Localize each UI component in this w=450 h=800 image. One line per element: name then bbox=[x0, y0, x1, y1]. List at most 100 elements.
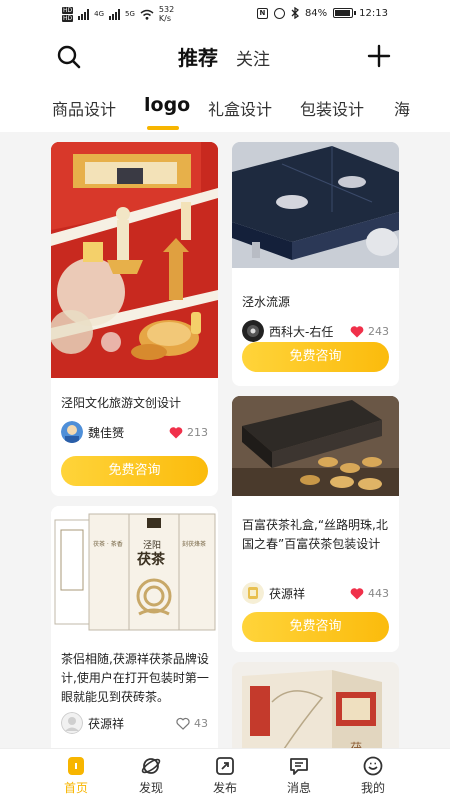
speed-unit: K/s bbox=[158, 14, 172, 23]
free-consult-button[interactable]: 免费咨询 bbox=[242, 612, 389, 642]
status-left: HD HD 4G 5G 532 K/s bbox=[62, 5, 174, 23]
alarm-icon bbox=[273, 7, 285, 19]
like-count: 243 bbox=[368, 325, 389, 338]
feed-card[interactable]: 茯茶 · 茶香 刻茯烽茶 泾阳 茯茶 茶侣相随,茯源祥茯茶品牌设计,使用户在打开… bbox=[51, 506, 218, 748]
tab-publish[interactable]: 发布 bbox=[195, 755, 255, 796]
battery-icon bbox=[333, 8, 357, 18]
tab-publish-label: 发布 bbox=[212, 781, 237, 795]
net1-label: 4G bbox=[94, 10, 105, 18]
tab-profile[interactable]: 我的 bbox=[343, 755, 403, 796]
like-count: 213 bbox=[187, 426, 208, 439]
category-poster[interactable]: 海 bbox=[394, 96, 410, 120]
heart-outline-icon[interactable] bbox=[176, 717, 190, 730]
like-counter[interactable]: 243 bbox=[350, 325, 389, 338]
card-title[interactable]: 茶侣相随,茯源祥茯茶品牌设计,使用户在打开包装时第一眼就能见到茯砖茶。 bbox=[61, 650, 210, 707]
heart-filled-icon[interactable] bbox=[169, 426, 183, 439]
card-author[interactable]: 魏佳赟 bbox=[61, 421, 124, 443]
sim-indicators: HD HD bbox=[62, 6, 74, 22]
free-consult-button[interactable]: 免费咨询 bbox=[61, 456, 208, 486]
box-side-right-text: 刻茯烽茶 bbox=[182, 540, 206, 548]
box-side-left-text: 茯茶 · 茶香 bbox=[93, 540, 123, 548]
feed-card[interactable]: 泾水流源 西科大-右任 243 免费咨询 bbox=[232, 142, 399, 386]
bluetooth-icon bbox=[291, 7, 299, 19]
category-bar: 商品设计 logo 礼盒设计 包装设计 海 bbox=[0, 82, 450, 132]
card-title[interactable]: 百富茯茶礼盒,“丝路明珠,北国之春”百富茯茶包装设计 bbox=[242, 516, 391, 554]
card-image[interactable]: 茯茶 · 茶香 刻茯烽茶 泾阳 茯茶 bbox=[51, 506, 218, 636]
like-count: 43 bbox=[194, 717, 208, 730]
author-name[interactable]: 茯源祥 bbox=[269, 585, 305, 602]
profile-icon[interactable] bbox=[362, 755, 384, 777]
author-name[interactable]: 西科大-右任 bbox=[269, 323, 333, 340]
tab-home-label: 首页 bbox=[63, 781, 88, 795]
author-name[interactable]: 茯源祥 bbox=[88, 715, 124, 732]
card-title[interactable]: 泾水流源 bbox=[242, 293, 391, 312]
add-icon[interactable] bbox=[366, 43, 392, 69]
card-author[interactable]: 茯源祥 bbox=[242, 582, 305, 604]
speed-value: 532 bbox=[158, 5, 175, 14]
feed-card[interactable]: 泾阳文化旅游文创设计 魏佳赟 213 免费咨询 bbox=[51, 142, 218, 496]
avatar[interactable] bbox=[242, 582, 264, 604]
feed-card[interactable]: 百富茯茶礼盒,“丝路明珠,北国之春”百富茯茶包装设计 茯源祥 443 免费咨询 bbox=[232, 396, 399, 652]
avatar[interactable] bbox=[61, 712, 83, 734]
box-brand-text: 泾阳 bbox=[143, 539, 161, 551]
tea-gift-box-photo: 茯 bbox=[232, 662, 399, 748]
tab-messages-label: 消息 bbox=[286, 781, 311, 795]
sim2-badge: HD bbox=[62, 14, 74, 22]
tea-box-photo bbox=[232, 142, 399, 268]
card-image[interactable] bbox=[51, 142, 218, 378]
status-right: N 84% 12:13 bbox=[256, 7, 388, 19]
feed-card[interactable]: 茯 bbox=[232, 662, 399, 748]
card-image[interactable] bbox=[232, 142, 399, 268]
card-author[interactable]: 西科大-右任 bbox=[242, 320, 333, 342]
tab-home[interactable]: 首页 bbox=[46, 755, 106, 796]
package-dieline-illustration: 茯茶 · 茶香 刻茯烽茶 泾阳 茯茶 bbox=[51, 506, 218, 636]
signal-icon bbox=[78, 8, 90, 20]
avatar[interactable] bbox=[61, 421, 83, 443]
planet-icon[interactable] bbox=[140, 755, 162, 777]
top-header: 推荐 关注 bbox=[0, 30, 450, 82]
card-image[interactable] bbox=[232, 396, 399, 496]
tab-messages[interactable]: 消息 bbox=[269, 755, 329, 796]
search-icon[interactable] bbox=[56, 44, 82, 70]
tab-discover[interactable]: 发现 bbox=[121, 755, 181, 796]
network-speed: 532 K/s bbox=[159, 5, 174, 23]
like-counter[interactable]: 43 bbox=[176, 717, 208, 730]
like-counter[interactable]: 443 bbox=[350, 587, 389, 600]
like-counter[interactable]: 213 bbox=[169, 426, 208, 439]
free-consult-button[interactable]: 免费咨询 bbox=[242, 342, 389, 372]
author-name[interactable]: 魏佳赟 bbox=[88, 424, 124, 441]
tab-recommend[interactable]: 推荐 bbox=[178, 42, 218, 71]
bottom-tab-bar: 首页 发现 发布 消息 我的 bbox=[0, 748, 450, 800]
wifi-icon bbox=[140, 9, 154, 20]
box-product-text: 茯茶 bbox=[136, 551, 166, 568]
tab-follow[interactable]: 关注 bbox=[236, 45, 270, 70]
card-author[interactable]: 茯源祥 bbox=[61, 712, 124, 734]
tab-discover-label: 发现 bbox=[138, 781, 163, 795]
category-packaging-design[interactable]: 包装设计 bbox=[300, 96, 364, 120]
publish-icon[interactable] bbox=[214, 755, 236, 777]
nfc-icon: N bbox=[256, 7, 268, 19]
home-icon[interactable] bbox=[65, 755, 87, 777]
tab-profile-label: 我的 bbox=[360, 781, 385, 795]
card-image[interactable]: 茯 bbox=[232, 662, 399, 748]
heart-filled-icon[interactable] bbox=[350, 587, 364, 600]
sim1-badge: HD bbox=[62, 6, 74, 14]
net2-label: 5G bbox=[125, 10, 135, 18]
clock: 12:13 bbox=[359, 7, 388, 19]
category-logo[interactable]: logo bbox=[144, 94, 190, 116]
category-product-design[interactable]: 商品设计 bbox=[52, 96, 116, 120]
content-feed[interactable]: 泾阳文化旅游文创设计 魏佳赟 213 免费咨询 泾水流源 西科大-右任 243 … bbox=[40, 132, 410, 748]
card-title[interactable]: 泾阳文化旅游文创设计 bbox=[61, 394, 210, 413]
avatar[interactable] bbox=[242, 320, 264, 342]
category-gift-box-design[interactable]: 礼盒设计 bbox=[208, 96, 272, 120]
brick-tea-photo bbox=[232, 396, 399, 496]
signal2-icon bbox=[109, 8, 121, 20]
gift-box-label-text: 茯 bbox=[350, 741, 362, 748]
heart-filled-icon[interactable] bbox=[350, 325, 364, 338]
like-count: 443 bbox=[368, 587, 389, 600]
feed-switch: 推荐 关注 bbox=[178, 42, 270, 71]
battery-percent: 84% bbox=[304, 7, 328, 19]
category-active-indicator bbox=[147, 126, 179, 130]
status-bar: HD HD 4G 5G 532 K/s N 84% 12:13 bbox=[0, 0, 450, 30]
message-icon[interactable] bbox=[288, 755, 310, 777]
